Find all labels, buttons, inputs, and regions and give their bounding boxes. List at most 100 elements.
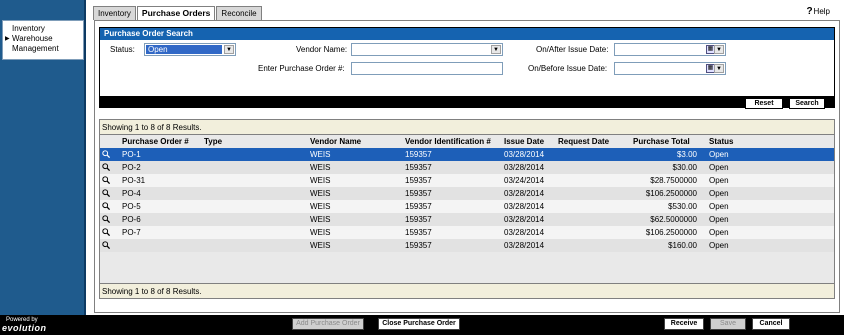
cell-po: PO-6 [122,215,141,224]
before-date-label: On/Before Issue Date: [528,64,608,73]
cell-vendor: WEIS [310,189,331,198]
evolution-logo: Powered by evolution [2,317,76,333]
vendor-value [353,45,489,54]
nav-tree: Inventory Warehouse Management [2,20,84,60]
search-button[interactable]: Search [789,98,825,109]
search-button-bar [100,96,834,107]
cell-issue: 03/24/2014 [504,176,545,185]
tab-bar: Inventory Purchase Orders Reconcile [93,6,263,20]
cell-status: Open [709,215,729,224]
magnifier-icon[interactable] [102,215,110,223]
status-select[interactable]: Open ▼ [144,43,236,56]
chevron-down-icon[interactable]: ▼ [491,45,501,54]
col-vendor-id[interactable]: Vendor Identification # [405,135,491,148]
before-date-field[interactable]: ▦ ▼ [614,62,726,75]
cell-total: $30.00 [672,163,697,172]
cell-total: $62.5000000 [650,215,697,224]
help-icon: ? [806,6,813,17]
cancel-button[interactable]: Cancel [752,318,790,330]
help-link[interactable]: ? Help [806,6,830,17]
magnifier-icon[interactable] [102,202,110,210]
table-row[interactable]: PO-2 WEIS 159357 03/28/2014 $30.00 Open [100,161,834,174]
table-row[interactable]: PO-4 WEIS 159357 03/28/2014 $106.2500000 Open [100,187,834,200]
cell-total: $3.00 [676,150,697,159]
tab-reconcile[interactable]: Reconcile [216,6,262,20]
nav-item-management[interactable]: Management [3,44,83,54]
cell-vendor: WEIS [310,176,331,185]
magnifier-icon[interactable] [102,176,110,184]
cell-vendor: WEIS [310,202,331,211]
cell-issue: 03/28/2014 [504,189,545,198]
magnifier-icon[interactable] [102,228,110,236]
magnifier-icon[interactable] [102,150,110,158]
receive-button[interactable]: Receive [664,318,704,330]
results-panel: Showing 1 to 8 of 8 Results. Purchase Or… [99,119,835,299]
cell-vendor: WEIS [310,228,331,237]
cell-status: Open [709,228,729,237]
close-purchase-order-button[interactable]: Close Purchase Order [378,318,460,330]
tab-purchase-orders[interactable]: Purchase Orders [136,6,216,20]
cell-po: PO-4 [122,189,141,198]
col-po-number[interactable]: Purchase Order # [122,135,189,148]
cell-vendor: WEIS [310,241,331,250]
cell-po: PO-31 [122,176,146,185]
magnifier-icon[interactable] [102,163,110,171]
col-status[interactable]: Status [709,135,733,148]
table-row[interactable]: PO-31 WEIS 159357 03/24/2014 $28.7500000 Open [100,174,834,187]
magnifier-icon[interactable] [102,241,110,249]
vendor-select[interactable]: ▼ [351,43,503,56]
col-vendor-name[interactable]: Vendor Name [310,135,361,148]
cell-vendor: WEIS [310,163,331,172]
cell-total: $28.7500000 [650,176,697,185]
col-type[interactable]: Type [204,135,222,148]
main-area: Inventory Purchase Orders Reconcile ? He… [86,0,844,315]
cell-total: $160.00 [668,241,697,250]
footer-bar: Powered by evolution Add Purchase Order … [0,315,844,335]
magnifier-icon[interactable] [102,189,110,197]
cell-vendor-id: 159357 [405,228,432,237]
cell-vendor-id: 159357 [405,163,432,172]
cell-status: Open [709,176,729,185]
col-issue-date[interactable]: Issue Date [504,135,544,148]
col-request-date[interactable]: Request Date [558,135,609,148]
cell-vendor: WEIS [310,215,331,224]
chevron-down-icon[interactable]: ▼ [224,45,234,54]
cell-status: Open [709,241,729,250]
col-purchase-total[interactable]: Purchase Total [633,135,690,148]
cell-vendor: WEIS [310,150,331,159]
grid-header: Purchase Order # Type Vendor Name Vendor… [100,135,834,148]
nav-item-warehouse[interactable]: Warehouse [3,34,83,44]
po-number-input[interactable] [351,62,503,75]
cell-po: PO-7 [122,228,141,237]
cell-vendor-id: 159357 [405,241,432,250]
cell-vendor-id: 159357 [405,189,432,198]
cell-issue: 03/28/2014 [504,150,545,159]
add-purchase-order-button[interactable]: Add Purchase Order [292,318,364,330]
content-panel: Purchase Order Search Status: Open ▼ Ven… [94,20,840,313]
cell-issue: 03/28/2014 [504,163,545,172]
status-value: Open [146,45,222,54]
results-grid: Purchase Order # Type Vendor Name Vendor… [100,135,834,283]
status-label: Status: [110,45,135,54]
chevron-down-icon[interactable]: ▼ [714,64,724,73]
cell-total: $106.2500000 [645,189,697,198]
after-date-field[interactable]: ▦ ▼ [614,43,726,56]
table-row[interactable]: PO-5 WEIS 159357 03/28/2014 $530.00 Open [100,200,834,213]
cell-status: Open [709,189,729,198]
after-date-label: On/After Issue Date: [536,45,609,54]
table-row[interactable]: PO-7 WEIS 159357 03/28/2014 $106.2500000 Open [100,226,834,239]
cell-issue: 03/28/2014 [504,241,545,250]
table-row[interactable]: PO-6 WEIS 159357 03/28/2014 $62.5000000 Open [100,213,834,226]
cell-vendor-id: 159357 [405,202,432,211]
nav-item-inventory[interactable]: Inventory [3,24,83,34]
table-row[interactable]: WEIS 159357 03/28/2014 $160.00 Open [100,239,834,252]
reset-button[interactable]: Reset [745,98,783,109]
table-row[interactable]: PO-1 WEIS 159357 03/28/2014 $3.00 Open [100,148,834,161]
tab-inventory[interactable]: Inventory [93,6,136,20]
chevron-down-icon[interactable]: ▼ [714,45,724,54]
po-number-label: Enter Purchase Order #: [258,64,345,73]
help-label: Help [813,7,830,16]
save-button[interactable]: Save [710,318,746,330]
cell-status: Open [709,202,729,211]
left-navigation: Inventory Warehouse Management [0,0,86,315]
